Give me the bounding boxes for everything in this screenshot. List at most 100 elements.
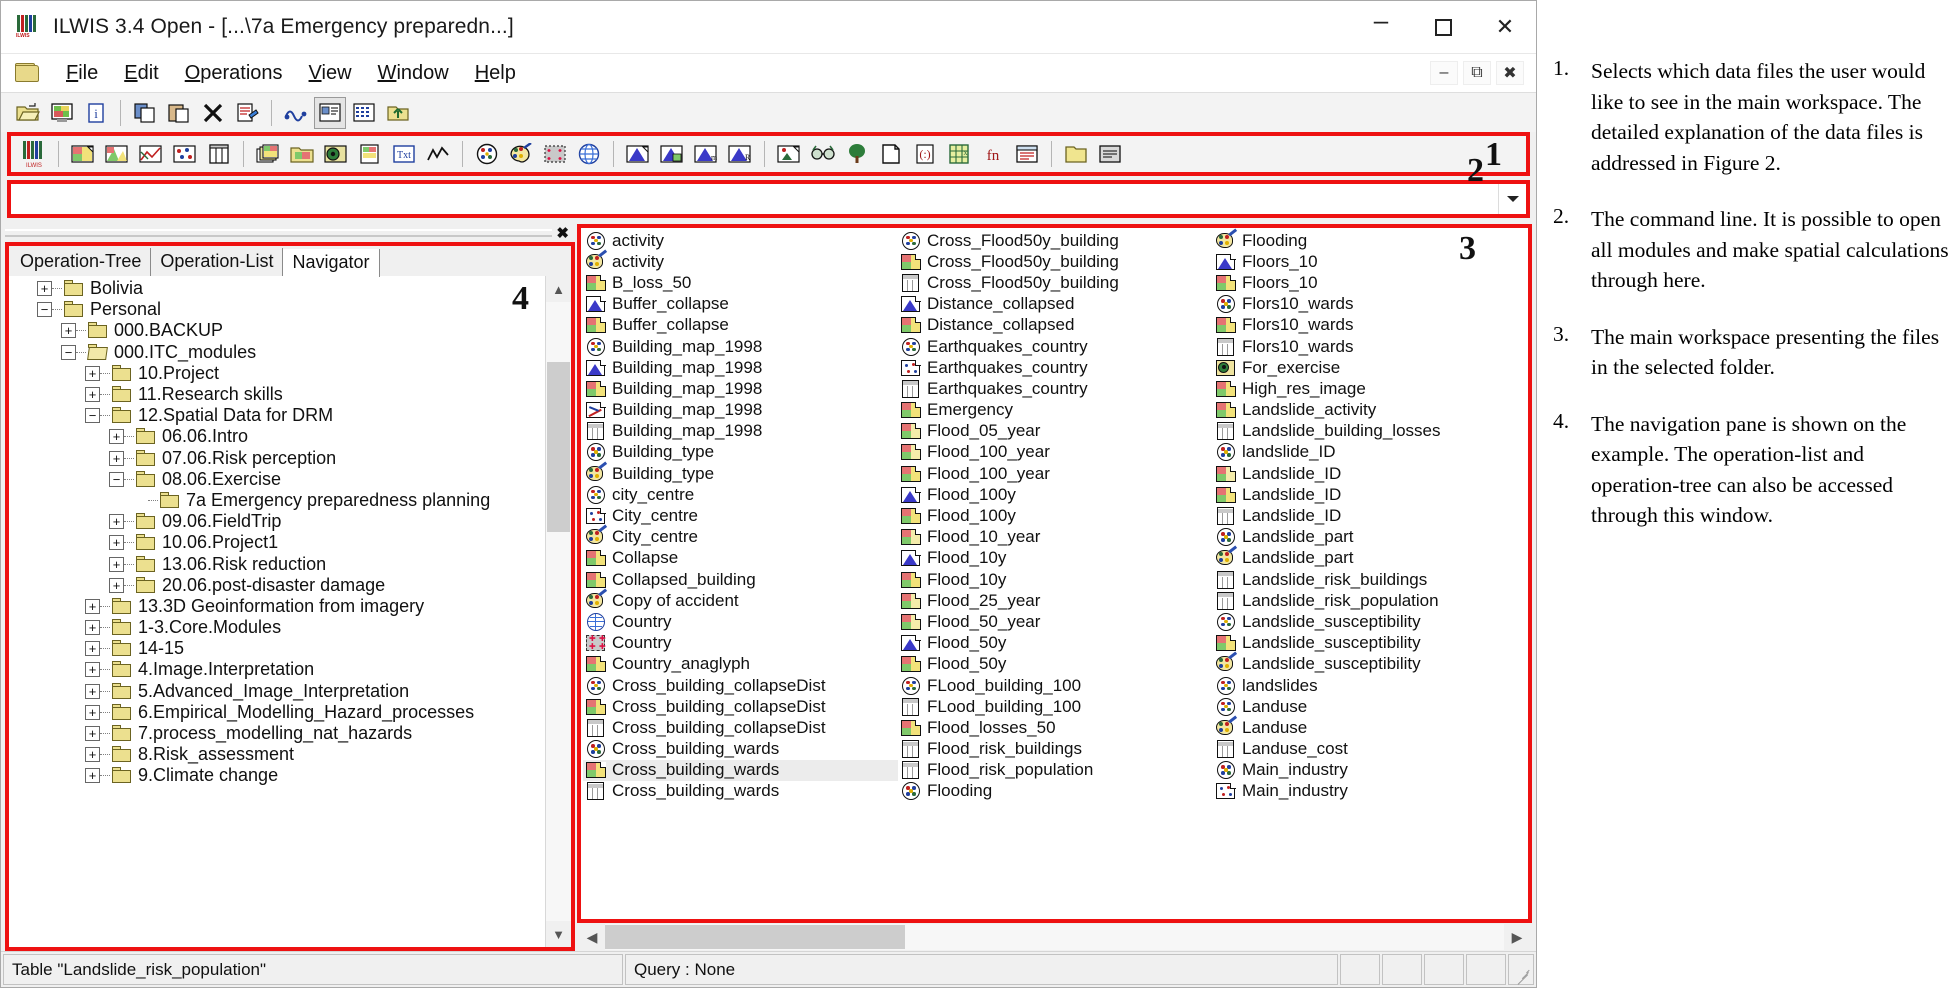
folder-tree[interactable]: + Bolivia − Personal +000.BACKUP −000.ITC_mod… — [9, 276, 545, 947]
expand-node-icon[interactable]: + — [109, 450, 124, 466]
maximize-button[interactable] — [1412, 1, 1474, 54]
catalog-item[interactable]: Landslide_susceptibility — [1213, 611, 1528, 632]
catalog-item[interactable]: Cross_building_wards — [583, 781, 898, 802]
catalog-item[interactable]: Building_map_1998 — [583, 378, 898, 399]
catalog-item[interactable]: Flood_25_year — [898, 590, 1213, 611]
function-matrix-icon[interactable]: (:) — [909, 138, 941, 170]
catalog-file-list[interactable]: activity activity B_loss_50 Buffer_collapse… — [581, 228, 1528, 919]
catalog-item[interactable]: Flood_50_year — [898, 611, 1213, 632]
filter-icon[interactable]: R — [724, 138, 756, 170]
sample-set-icon[interactable] — [656, 138, 688, 170]
tree-node[interactable]: +13.3D Geoinformation from imagery — [9, 596, 545, 617]
catalog-item[interactable]: Floors_10 — [1213, 251, 1528, 272]
show-map-icon[interactable] — [46, 97, 78, 129]
catalog-item[interactable]: Flood_50y — [898, 633, 1213, 654]
expand-node-icon[interactable]: + — [85, 704, 100, 720]
catalog-item[interactable]: Floors_10 — [1213, 272, 1528, 293]
tree-node[interactable]: +09.06.FieldTrip — [9, 511, 545, 532]
catalog-item[interactable]: Flood_10y — [898, 548, 1213, 569]
menu-help[interactable]: Help — [462, 60, 529, 87]
chevron-up-icon[interactable]: ▲ — [546, 276, 571, 302]
catalog-item[interactable]: Cross_building_collapseDist — [583, 696, 898, 717]
stereo-pair-icon[interactable] — [622, 138, 654, 170]
catalog-item[interactable]: activity — [583, 230, 898, 251]
catalog-item[interactable]: Copy of accident — [583, 588, 898, 611]
point-map-icon[interactable] — [169, 138, 201, 170]
tree-node[interactable]: − 12.Spatial Data for DRM — [9, 405, 545, 426]
catalog-item[interactable]: Flood_100y — [898, 505, 1213, 526]
stereo-glasses-icon[interactable] — [807, 138, 839, 170]
catalog-item[interactable]: Buffer_collapse — [583, 294, 898, 315]
catalog-item[interactable]: Collapse — [583, 548, 898, 569]
tab-operation-tree[interactable]: Operation-Tree — [11, 248, 152, 276]
catalog-item[interactable]: Landuse_cost — [1213, 739, 1528, 760]
menu-view[interactable]: View — [296, 60, 365, 87]
catalog-item[interactable]: Flood_risk_buildings — [898, 739, 1213, 760]
catalog-item[interactable]: Country — [583, 611, 898, 632]
catalog-item[interactable]: Main_industry — [1213, 760, 1528, 781]
table-icon[interactable] — [203, 138, 235, 170]
coordinate-system-icon[interactable] — [539, 138, 571, 170]
tree-node[interactable]: + Bolivia — [9, 278, 545, 299]
tree-node[interactable]: +6.Empirical_Modelling_Hazard_processes — [9, 702, 545, 723]
catalog-item[interactable]: Landslide_part — [1213, 545, 1528, 569]
polygon-map-icon[interactable] — [101, 138, 133, 170]
decision-tree-icon[interactable] — [841, 138, 873, 170]
catalog-item[interactable]: Building_type — [583, 442, 898, 463]
map-view-icon[interactable] — [286, 138, 318, 170]
menu-operations[interactable]: Operations — [172, 60, 296, 87]
tree-node[interactable]: +5.Advanced_Image_Interpretation — [9, 681, 545, 702]
tree-node[interactable]: +9.Climate change — [9, 765, 545, 786]
expand-node-icon[interactable]: + — [109, 535, 124, 551]
catalog-item[interactable]: Cross_Flood50y_building — [898, 230, 1213, 251]
tree-node[interactable]: +1-3.Core.Modules — [9, 617, 545, 638]
view-details-icon[interactable] — [314, 96, 346, 129]
chevron-right-icon[interactable]: ▶ — [1504, 924, 1530, 950]
domain-icon[interactable] — [471, 138, 503, 170]
list-view-icon[interactable] — [1094, 138, 1126, 170]
catalog-item[interactable]: Flood_losses_50 — [898, 717, 1213, 738]
annotation-text-icon[interactable] — [773, 138, 805, 170]
collapse-node-icon[interactable]: − — [61, 344, 76, 360]
text-file-icon[interactable]: Txt — [388, 138, 420, 170]
catalog-item[interactable]: Flors10_wards — [1213, 294, 1528, 315]
catalog-item[interactable]: landslides — [1213, 675, 1528, 696]
catalog-item[interactable]: Landslide_risk_population — [1213, 590, 1528, 611]
script-icon[interactable] — [1011, 138, 1043, 170]
ilwis-objects-all-icon[interactable]: ILWIS — [18, 138, 50, 170]
menu-edit[interactable]: Edit — [111, 60, 171, 87]
tree-node[interactable]: +7.process_modelling_nat_hazards — [9, 723, 545, 744]
catalog-item[interactable]: city_centre — [583, 484, 898, 505]
catalog-item[interactable]: Country_anaglyph — [583, 654, 898, 675]
catalog-item[interactable]: Cross_building_wards — [583, 759, 898, 781]
tree-node[interactable]: +06.06.Intro — [9, 426, 545, 447]
copy-icon[interactable] — [129, 97, 161, 129]
delete-icon[interactable] — [197, 97, 229, 129]
catalog-item[interactable]: Cross_Flood50y_building — [898, 272, 1213, 293]
tree-node[interactable]: +000.BACKUP — [9, 320, 545, 341]
tree-node[interactable]: +13.06.Risk reduction — [9, 553, 545, 574]
catalog-item[interactable]: Building_map_1998 — [583, 421, 898, 442]
catalog-item[interactable]: Flood_100y — [898, 484, 1213, 505]
catalog-item[interactable]: Landslide_ID — [1213, 505, 1528, 526]
catalog-item[interactable]: Landuse — [1213, 715, 1528, 738]
catalog-item[interactable]: Landslide_building_losses — [1213, 421, 1528, 442]
catalog-item[interactable]: Buffer_collapse — [583, 315, 898, 336]
function-fn-icon[interactable]: fn — [977, 138, 1009, 170]
catalog-item[interactable]: Landslide_part — [1213, 527, 1528, 548]
catalog-scroll-track[interactable] — [605, 924, 1504, 950]
catalog-item[interactable]: Flood_10_year — [898, 527, 1213, 548]
navigator-scroll-thumb[interactable] — [547, 362, 570, 532]
command-input[interactable] — [11, 184, 1498, 214]
catalog-item[interactable]: Landslide_ID — [1213, 484, 1528, 505]
mdi-restore-button[interactable]: ⧉ — [1463, 61, 1491, 85]
expand-node-icon[interactable]: + — [61, 323, 76, 339]
expand-node-icon[interactable]: + — [85, 620, 100, 636]
command-history-dropdown[interactable] — [1498, 184, 1526, 214]
navigator-vertical-scrollbar[interactable]: ▲ ▼ — [545, 276, 571, 947]
navigator-scroll-track[interactable] — [546, 302, 571, 921]
edit-object-icon[interactable] — [231, 97, 263, 129]
navigator-drag-grip[interactable] — [5, 229, 553, 237]
collapse-node-icon[interactable]: − — [109, 471, 124, 487]
chevron-left-icon[interactable]: ◀ — [579, 924, 605, 950]
